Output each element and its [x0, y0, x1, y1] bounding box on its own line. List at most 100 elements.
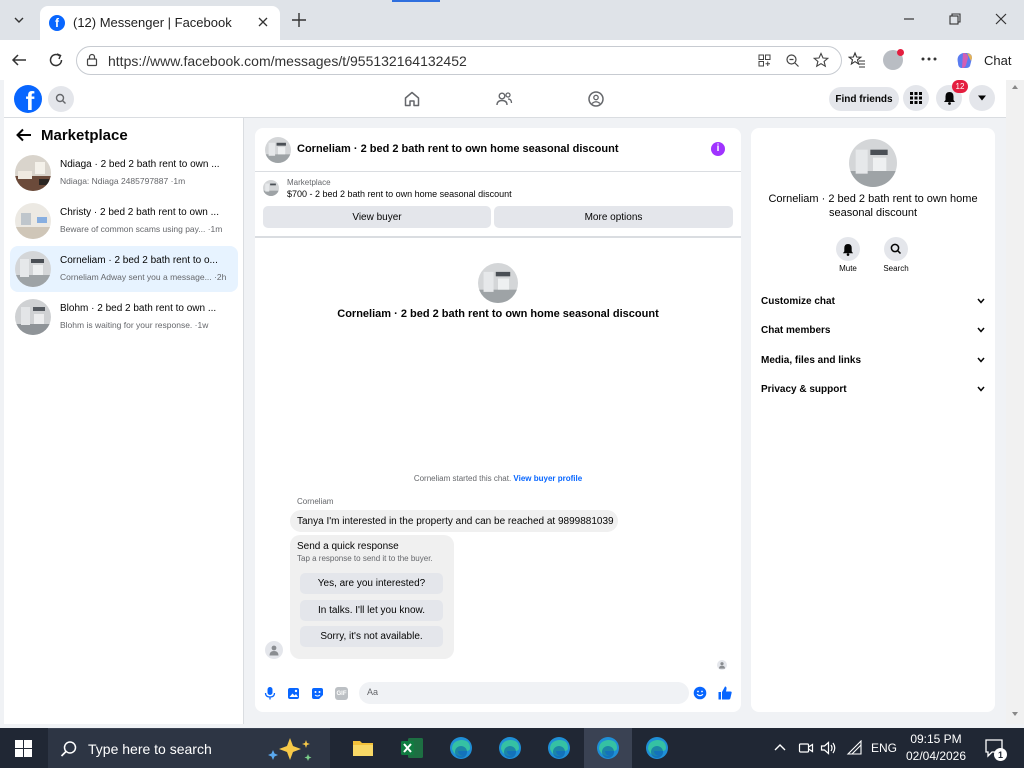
- window-minimize-icon[interactable]: [902, 12, 916, 26]
- quick-response-yes[interactable]: Yes, are you interested?: [300, 573, 443, 594]
- url-text: https://www.facebook.com/messages/t/9551…: [108, 53, 467, 69]
- listing-detail[interactable]: $700 - 2 bed 2 bath rent to own home sea…: [287, 189, 512, 199]
- clock-date: 02/04/2026: [905, 749, 967, 763]
- tab-title: (12) Messenger | Facebook: [73, 15, 232, 30]
- chat-started-note: Corneliam started this chat. View buyer …: [255, 474, 741, 483]
- profile-avatar-icon[interactable]: [883, 49, 904, 70]
- clock-time: 09:15 PM: [910, 732, 962, 746]
- sender-avatar-icon[interactable]: [265, 641, 283, 659]
- microphone-icon[interactable]: [264, 686, 276, 700]
- chevron-down-icon: [14, 17, 24, 23]
- browser-tab-active[interactable]: f (12) Messenger | Facebook: [40, 6, 280, 40]
- volume-icon[interactable]: [820, 740, 837, 756]
- conversation-preview: Corneliam Adway sent you a message... ·2…: [60, 272, 227, 282]
- details-listing-avatar[interactable]: [849, 139, 897, 187]
- edge-active-window-button[interactable]: [584, 728, 632, 768]
- copilot-chat-button[interactable]: Chat: [950, 46, 1018, 74]
- marketplace-conversation-list: Marketplace Ndiaga · 2 bed 2 bath rent t…: [4, 118, 244, 724]
- listing-thumbnail: [263, 180, 279, 196]
- tab-list-button[interactable]: [6, 8, 32, 32]
- site-info-icon[interactable]: [85, 53, 99, 67]
- facebook-logo-icon[interactable]: f: [14, 85, 42, 113]
- page-scrollbar[interactable]: [1006, 80, 1024, 724]
- search-in-chat-button[interactable]: [884, 237, 908, 261]
- conversation-title: Ndiaga · 2 bed 2 bath rent to own ...: [60, 159, 220, 170]
- friends-icon[interactable]: [495, 90, 513, 108]
- bell-icon: [943, 92, 955, 105]
- view-buyer-profile-link[interactable]: View buyer profile: [513, 474, 582, 483]
- copilot-chat-label: Chat: [984, 52, 1012, 68]
- view-buyer-button[interactable]: View buyer: [263, 206, 491, 228]
- edge-icon[interactable]: [449, 736, 473, 760]
- more-options-button[interactable]: More options: [494, 206, 733, 228]
- mute-button[interactable]: [836, 237, 860, 261]
- edge-icon[interactable]: [547, 736, 571, 760]
- edge-icon[interactable]: [645, 736, 669, 760]
- back-arrow-icon[interactable]: [10, 51, 28, 69]
- taskbar-search-box[interactable]: Type here to search: [48, 728, 330, 768]
- marketplace-title: Marketplace: [41, 127, 128, 144]
- scroll-down-arrow-icon[interactable]: [1011, 711, 1019, 717]
- fb-search-button[interactable]: [48, 86, 74, 112]
- info-icon[interactable]: i: [711, 142, 725, 156]
- search-icon: [890, 243, 902, 255]
- window-restore-icon[interactable]: [948, 12, 962, 26]
- message-input[interactable]: Aa: [359, 682, 707, 704]
- search-icon: [60, 741, 77, 757]
- home-icon[interactable]: [403, 90, 421, 108]
- edge-icon[interactable]: [498, 736, 522, 760]
- window-close-icon[interactable]: [994, 12, 1008, 26]
- message-bubble[interactable]: Tanya I'm interested in the property and…: [290, 510, 618, 532]
- privacy-support-row[interactable]: Privacy & support: [761, 379, 985, 399]
- favorites-icon[interactable]: [848, 51, 866, 69]
- edge-icon: [597, 737, 619, 759]
- meet-now-icon[interactable]: [798, 740, 814, 756]
- sender-name: Corneliam: [297, 497, 334, 506]
- quick-response-in-talks[interactable]: In talks. I'll let you know.: [300, 600, 443, 621]
- clock[interactable]: 09:15 PM 02/04/2026: [905, 732, 967, 763]
- quick-response-not-available[interactable]: Sorry, it's not available.: [300, 626, 443, 647]
- conversation-item-christy[interactable]: Christy · 2 bed 2 bath rent to own ... B…: [10, 198, 238, 244]
- like-thumbs-up-icon[interactable]: [717, 685, 733, 701]
- conversation-item-blohm[interactable]: Blohm · 2 bed 2 bath rent to own ... Blo…: [10, 294, 238, 340]
- tab-close-icon[interactable]: [256, 15, 270, 29]
- emoji-icon[interactable]: [693, 686, 707, 700]
- message-input-placeholder: Aa: [367, 687, 379, 697]
- language-indicator[interactable]: ENG: [871, 741, 897, 755]
- more-dots-icon[interactable]: [920, 52, 938, 66]
- address-bar[interactable]: https://www.facebook.com/messages/t/9551…: [76, 46, 842, 75]
- facebook-header: f Find friends 12: [4, 80, 1006, 118]
- menu-button[interactable]: [903, 85, 929, 111]
- file-explorer-icon[interactable]: [352, 738, 374, 758]
- menu-row-label: Customize chat: [761, 295, 835, 307]
- find-friends-button[interactable]: Find friends: [829, 87, 899, 111]
- new-tab-icon[interactable]: [290, 11, 308, 29]
- excel-icon[interactable]: [400, 737, 424, 759]
- windows-start-icon[interactable]: [15, 740, 32, 757]
- sticker-icon[interactable]: [311, 687, 324, 700]
- scroll-up-arrow-icon[interactable]: [1011, 84, 1019, 90]
- app-available-icon[interactable]: [757, 53, 772, 68]
- media-files-links-row[interactable]: Media, files and links: [761, 350, 985, 370]
- customize-chat-row[interactable]: Customize chat: [761, 291, 985, 311]
- chat-intro-title: Corneliam · 2 bed 2 bath rent to own hom…: [337, 308, 659, 320]
- conversation-item-ndiaga[interactable]: Ndiaga · 2 bed 2 bath rent to own ... Nd…: [10, 150, 238, 196]
- bell-icon: [842, 243, 854, 256]
- refresh-icon[interactable]: [47, 51, 65, 69]
- back-arrow-icon[interactable]: [16, 128, 32, 142]
- groups-icon[interactable]: [587, 90, 605, 108]
- chat-title[interactable]: Corneliam · 2 bed 2 bath rent to own hom…: [297, 143, 619, 155]
- chat-members-row[interactable]: Chat members: [761, 320, 985, 340]
- favorite-star-icon[interactable]: [813, 52, 829, 68]
- conversation-item-corneliam[interactable]: Corneliam · 2 bed 2 bath rent to o... Co…: [10, 246, 238, 292]
- show-hidden-icons-chevron-icon[interactable]: [774, 742, 786, 752]
- chat-started-text: Corneliam started this chat.: [413, 474, 512, 483]
- network-icon[interactable]: [846, 740, 863, 756]
- account-button[interactable]: [969, 85, 995, 111]
- zoom-icon[interactable]: [785, 53, 800, 68]
- gif-icon[interactable]: GIF: [335, 687, 348, 700]
- photo-icon[interactable]: [287, 687, 300, 700]
- conversation-preview: Beware of common scams using pay... ·1m: [60, 224, 223, 234]
- conversation-preview: Blohm is waiting for your response. ·1w: [60, 320, 209, 330]
- chat-listing-avatar[interactable]: [265, 137, 291, 163]
